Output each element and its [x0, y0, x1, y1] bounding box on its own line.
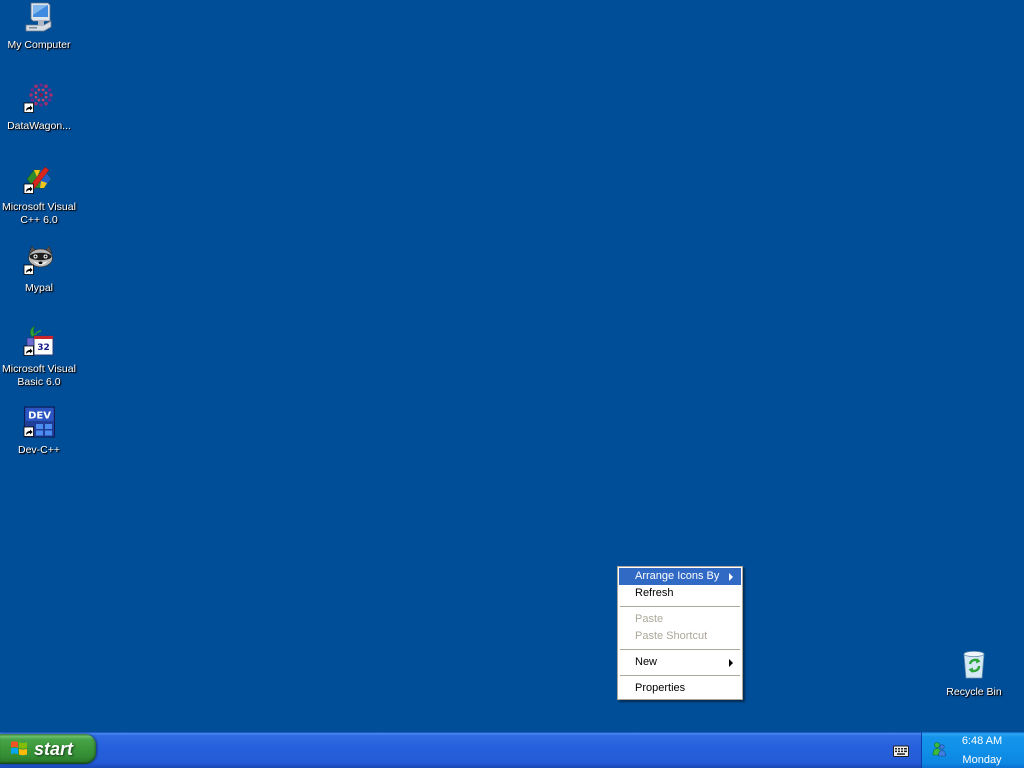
menu-item-paste[interactable]: Paste: [619, 611, 741, 628]
menu-item-properties[interactable]: Properties: [619, 680, 741, 697]
shortcut-arrow-icon: [23, 426, 34, 437]
desktop-icon-label[interactable]: Recycle Bin: [935, 686, 1013, 699]
menu-separator: [619, 671, 741, 680]
datawagon-icon[interactable]: [23, 82, 55, 114]
menu-item-label: Paste Shortcut: [635, 630, 708, 642]
recycle-bin-icon[interactable]: [958, 648, 990, 680]
clock-day: Monday: [962, 754, 1002, 766]
menu-item-label: Paste: [635, 613, 664, 625]
desktop[interactable]: My Computer DataWagon... Microsoft Visua…: [0, 0, 1024, 732]
keyboard-icon[interactable]: [893, 745, 909, 757]
desktop-icon-visual-basic[interactable]: 32 Microsoft Visual Basic 6.0: [0, 325, 78, 391]
menu-item-arrange-icons-by[interactable]: Arrange Icons By: [619, 568, 741, 585]
desktop-icon-my-computer[interactable]: My Computer: [0, 1, 78, 67]
start-button[interactable]: start: [0, 734, 96, 764]
desktop-icon-visual-cpp[interactable]: Microsoft Visual C++ 6.0: [0, 163, 78, 229]
shortcut-arrow-icon: [23, 102, 34, 113]
menu-item-refresh[interactable]: Refresh: [619, 585, 741, 602]
mypal-raccoon-icon[interactable]: [23, 244, 55, 276]
clock-time: 6:48 AM: [961, 735, 1003, 747]
start-button-label: start: [34, 739, 74, 759]
menu-separator: [619, 602, 741, 611]
shortcut-arrow-icon: [23, 264, 34, 275]
system-tray: 6:48 AM Monday: [921, 732, 1024, 768]
desktop-icon-label[interactable]: Mypal: [0, 282, 78, 295]
menu-separator: [619, 645, 741, 654]
visual-cpp-icon[interactable]: [23, 163, 55, 195]
submenu-arrow-icon: [729, 659, 733, 667]
shortcut-arrow-icon: [23, 345, 34, 356]
desktop-icon-label[interactable]: Dev-C++: [0, 444, 78, 457]
desktop-context-menu: Arrange Icons By Refresh Paste Paste Sho…: [617, 566, 743, 700]
desktop-icon-datawagon[interactable]: DataWagon...: [0, 82, 78, 148]
desktop-icon-label[interactable]: DataWagon...: [0, 120, 78, 133]
clock[interactable]: 6:48 AM Monday: [941, 732, 1023, 768]
desktop-icon-recycle-bin[interactable]: Recycle Bin: [935, 648, 1013, 714]
visual-basic-icon-text: 32: [37, 343, 50, 353]
desktop-icon-mypal[interactable]: Mypal: [0, 244, 78, 310]
menu-item-label: Properties: [635, 682, 686, 694]
menu-item-label: New: [635, 656, 658, 668]
desktop-icon-label[interactable]: Microsoft Visual Basic 6.0: [0, 363, 78, 389]
menu-item-label: Refresh: [635, 587, 674, 599]
menu-item-new[interactable]: New: [619, 654, 741, 671]
desktop-icon-label[interactable]: My Computer: [0, 39, 78, 52]
submenu-arrow-icon: [729, 573, 733, 581]
menu-item-label: Arrange Icons By: [635, 570, 720, 582]
shortcut-arrow-icon: [23, 183, 34, 194]
desktop-icon-dev-cpp[interactable]: DEV Dev-C++: [0, 406, 78, 472]
windows-logo-icon: [11, 741, 27, 756]
desktop-icon-label[interactable]: Microsoft Visual C++ 6.0: [0, 201, 78, 227]
visual-basic-icon[interactable]: 32: [23, 325, 55, 357]
dev-cpp-icon[interactable]: DEV: [23, 406, 55, 438]
menu-item-paste-shortcut[interactable]: Paste Shortcut: [619, 628, 741, 645]
dev-cpp-logo-text: DEV: [28, 411, 51, 422]
taskbar: start 6:48 AM Monday: [0, 732, 1024, 768]
my-computer-icon[interactable]: [23, 1, 55, 33]
